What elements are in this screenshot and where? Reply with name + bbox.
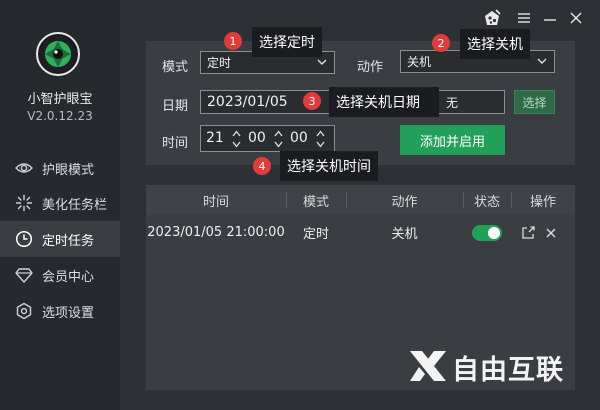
sidebar-item-label: 美化任务栏 bbox=[42, 197, 108, 213]
watermark-logo-icon bbox=[408, 349, 448, 387]
sidebar-item-settings[interactable]: 选项设置 bbox=[0, 293, 120, 329]
sidebar-item-member[interactable]: 会员中心 bbox=[0, 257, 120, 293]
step-badge-2: 2 bbox=[432, 34, 450, 52]
mode-select-value: 定时 bbox=[207, 56, 232, 70]
column-header-status: 状态 bbox=[473, 194, 500, 210]
chevron-down-icon bbox=[536, 54, 548, 71]
step-badge-4: 4 bbox=[253, 157, 271, 175]
diamond-icon bbox=[15, 266, 33, 284]
table-header: 时间 模式 动作 状态 操作 bbox=[146, 185, 575, 215]
action-select-value: 关机 bbox=[407, 55, 432, 69]
repeat-value: 无 bbox=[445, 95, 458, 110]
second-value: 00 bbox=[290, 130, 308, 146]
delete-icon[interactable] bbox=[544, 225, 558, 244]
sidebar-item-label: 选项设置 bbox=[42, 305, 95, 321]
column-header-time: 时间 bbox=[202, 194, 229, 210]
minimize-icon[interactable] bbox=[540, 8, 560, 28]
minute-value: 00 bbox=[248, 130, 266, 146]
close-icon[interactable] bbox=[566, 8, 586, 28]
eye-icon bbox=[15, 159, 33, 177]
callout-step-4: 选择关机时间 bbox=[280, 151, 378, 181]
step-badge-3: 3 bbox=[303, 92, 321, 110]
minute-spinner[interactable] bbox=[274, 129, 283, 149]
sparkle-icon bbox=[15, 194, 33, 212]
column-header-mode: 模式 bbox=[302, 194, 329, 210]
cell-action: 关机 bbox=[391, 226, 418, 242]
sidebar-item-scheduled-task[interactable]: 定时任务 bbox=[0, 221, 120, 257]
hour-value: 21 bbox=[206, 130, 224, 146]
step-badge-1: 1 bbox=[224, 32, 242, 50]
action-label: 动作 bbox=[357, 60, 384, 75]
sidebar-item-label: 会员中心 bbox=[42, 269, 95, 285]
time-label: 时间 bbox=[162, 136, 189, 151]
select-button[interactable]: 选择 bbox=[514, 90, 555, 114]
menu-icon[interactable] bbox=[514, 8, 534, 28]
callout-step-1: 选择定时 bbox=[252, 27, 322, 57]
toggle-knob bbox=[488, 227, 500, 239]
app-name: 小智护眼宝 bbox=[27, 92, 93, 107]
second-spinner[interactable] bbox=[316, 129, 325, 149]
date-label: 日期 bbox=[162, 99, 189, 114]
cell-mode: 定时 bbox=[302, 226, 329, 242]
clock-icon bbox=[15, 230, 33, 248]
cell-time: 2023/01/05 21:00:00 bbox=[147, 224, 285, 240]
callout-step-3: 选择关机日期 bbox=[329, 87, 439, 117]
table-row[interactable]: 2023/01/05 21:00:00 定时 关机 bbox=[146, 215, 575, 249]
column-header-action: 动作 bbox=[391, 194, 418, 210]
sidebar-item-label: 定时任务 bbox=[42, 233, 95, 249]
sidebar-item-label: 护眼模式 bbox=[42, 162, 95, 178]
app-logo-icon bbox=[36, 32, 80, 76]
chevron-down-icon bbox=[316, 55, 328, 72]
sidebar-item-eye-mode[interactable]: 护眼模式 bbox=[0, 150, 120, 186]
time-stepper[interactable]: 21 00 00 bbox=[200, 125, 335, 152]
status-toggle[interactable] bbox=[472, 225, 502, 241]
date-value: 2023/01/05 bbox=[207, 94, 288, 110]
watermark: 自由互联 bbox=[408, 348, 564, 387]
hour-spinner[interactable] bbox=[232, 129, 241, 149]
column-header-operation: 操作 bbox=[529, 194, 556, 210]
sidebar: 小智护眼宝 V2.0.12.23 护眼模式 美化任务栏 定时任务 会员中心 选项… bbox=[0, 0, 120, 410]
edit-icon[interactable] bbox=[521, 225, 535, 244]
add-and-enable-button[interactable]: 添加并启用 bbox=[400, 125, 505, 155]
app-version: V2.0.12.23 bbox=[27, 109, 93, 123]
mode-label: 模式 bbox=[162, 60, 189, 75]
skin-icon[interactable] bbox=[482, 8, 502, 28]
sidebar-item-taskbar[interactable]: 美化任务栏 bbox=[0, 185, 120, 221]
settings-icon bbox=[15, 302, 33, 320]
callout-step-2: 选择关机 bbox=[460, 29, 530, 59]
watermark-text: 自由互联 bbox=[452, 355, 564, 386]
